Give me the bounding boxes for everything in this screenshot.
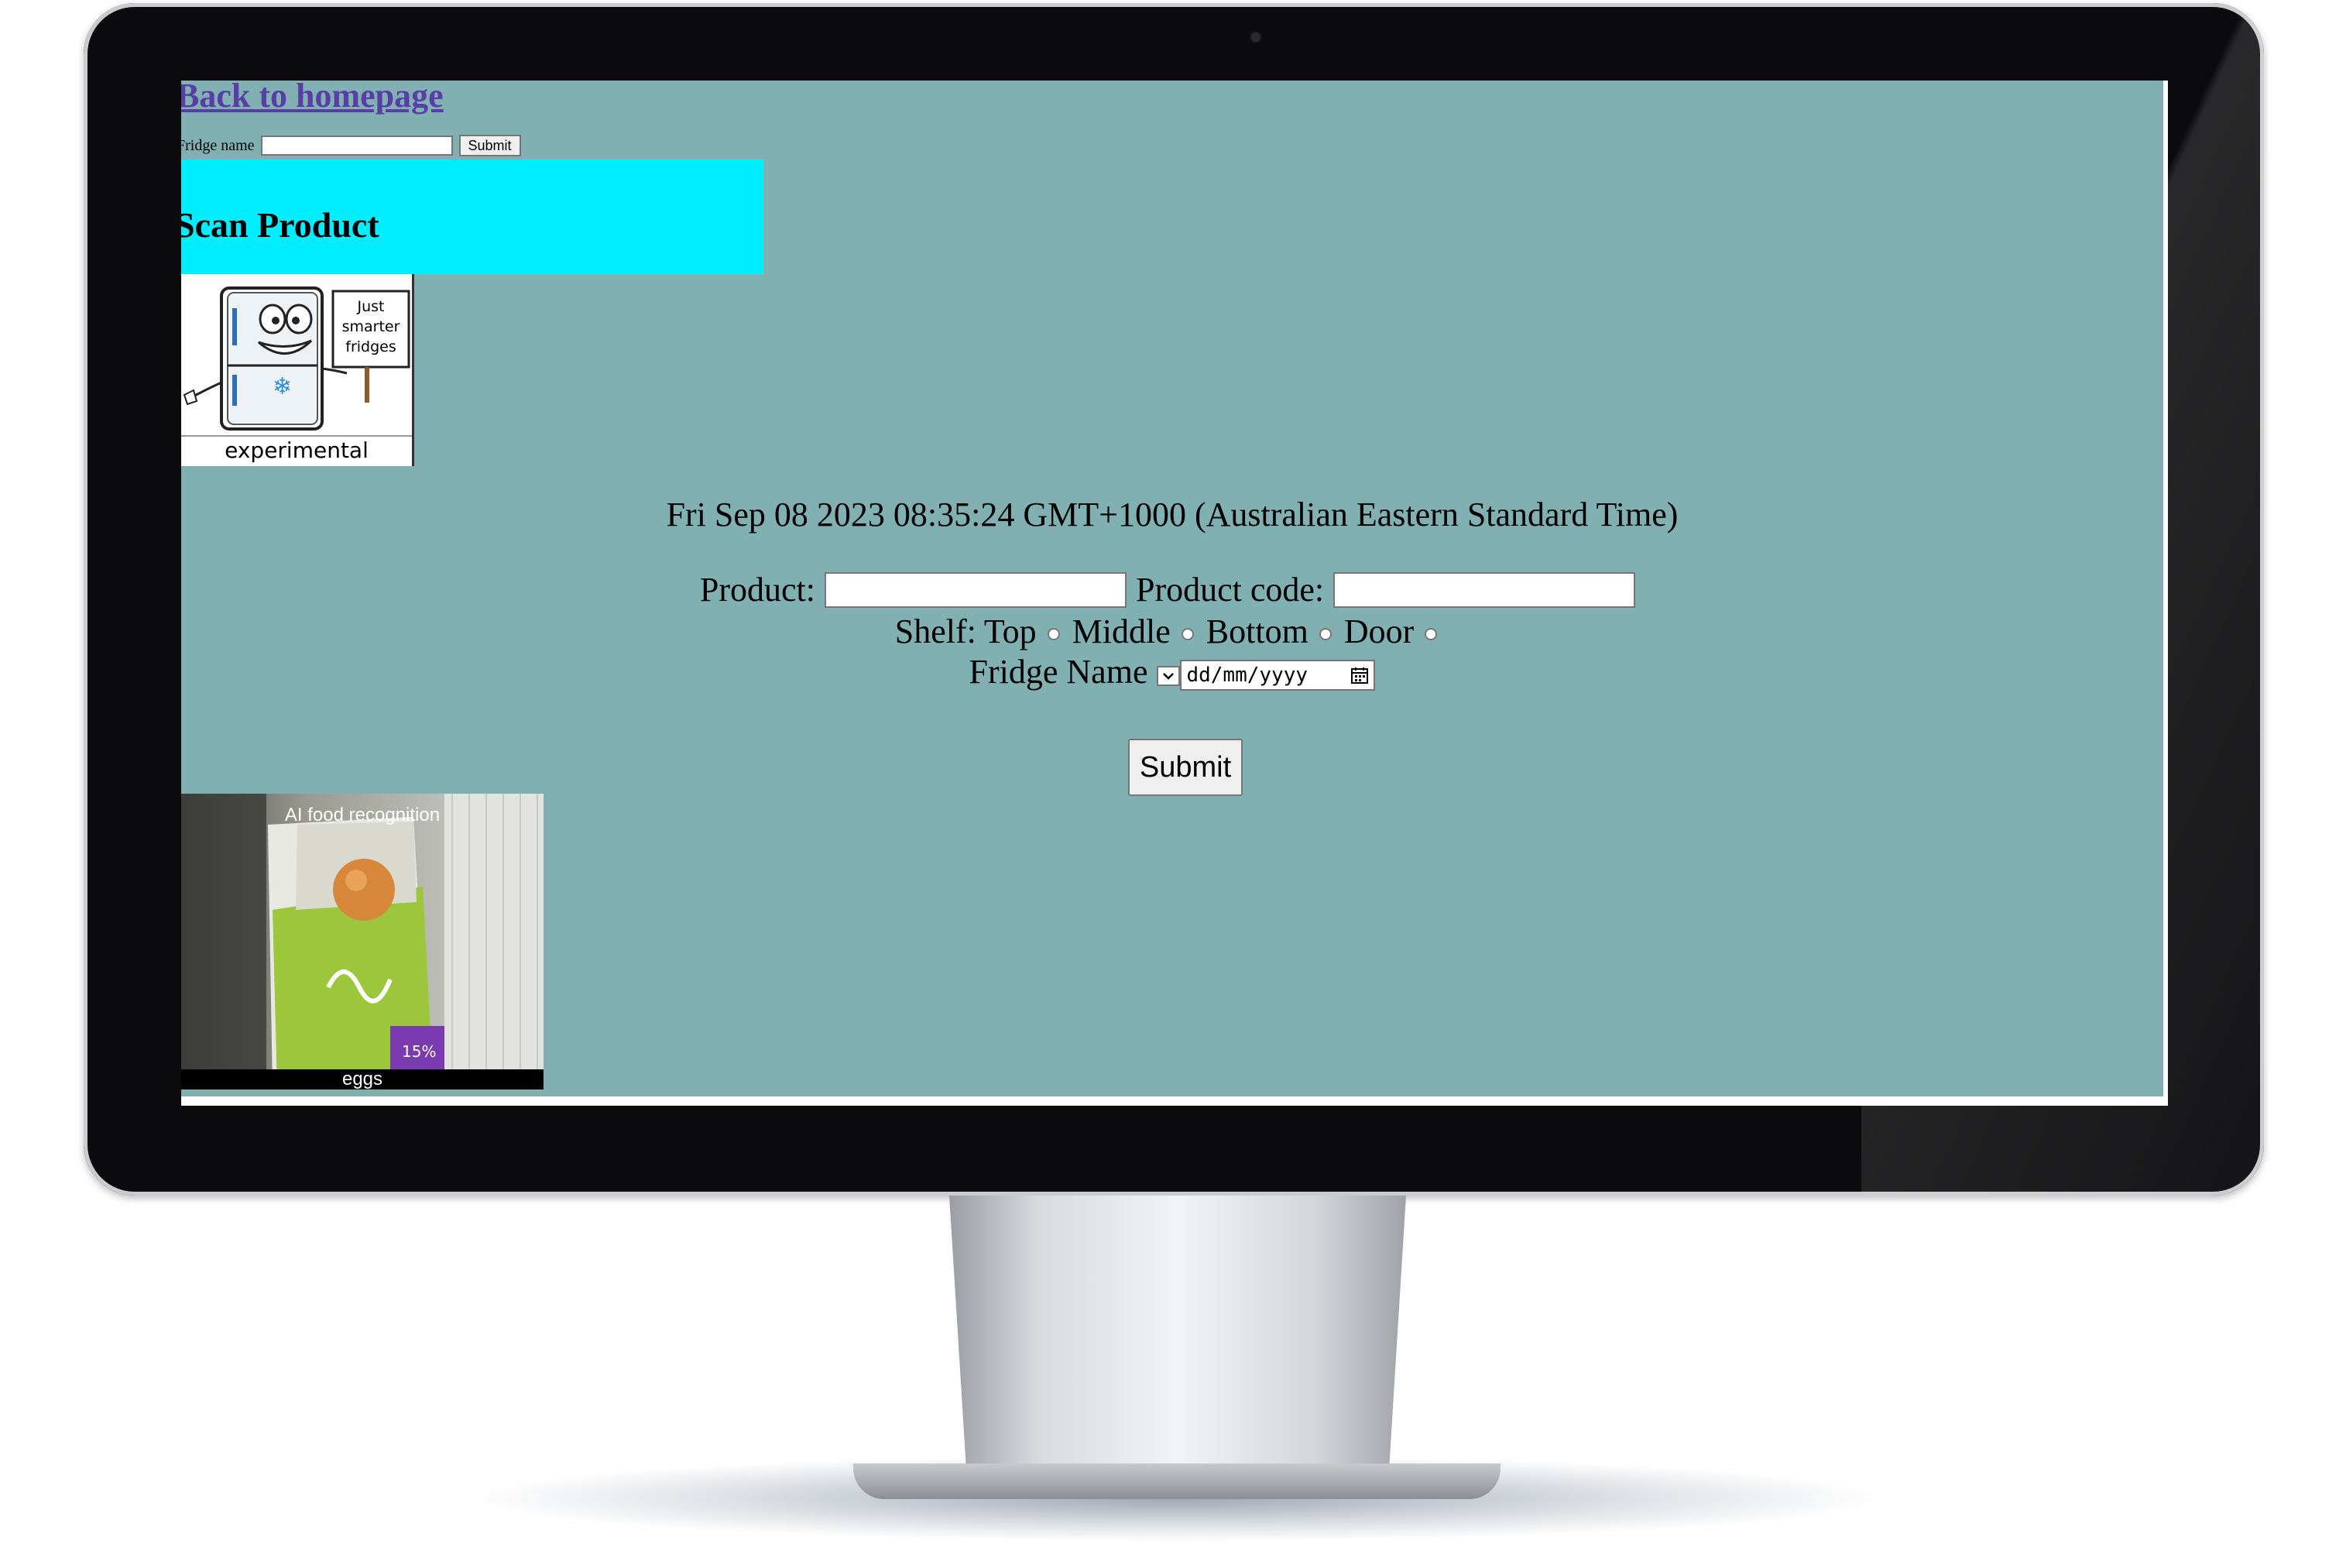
fridge-mascot-icon: ❄ Just smarter fridges — [183, 286, 410, 431]
monitor-stand-base — [853, 1463, 1501, 1499]
shelf-option-top-label: Top — [983, 612, 1037, 650]
fridge-date-row: Fridge Name dd/mm/yyyy — [181, 652, 2163, 691]
scan-product-banner: Scan Product — [181, 160, 763, 274]
back-to-homepage-link[interactable]: Back to homepage — [181, 81, 444, 115]
fridge-name-select[interactable] — [1157, 665, 1181, 686]
food-recognition-camera: 15% AI food recognition eggs — [181, 794, 544, 1089]
shelf-option-middle-label: Middle — [1072, 612, 1171, 650]
monitor-stand — [949, 1196, 1406, 1490]
ai-food-recognition-title: AI food recognition — [284, 805, 441, 825]
screen-bottom-edge — [181, 1096, 2168, 1106]
current-datetime: Fri Sep 08 2023 08:35:24 GMT+1000 (Austr… — [666, 496, 1679, 534]
fridge-name-label: Fridge name — [181, 136, 255, 154]
page-title: Scan Product — [181, 205, 379, 245]
fridge-name-submit-button[interactable]: Submit — [458, 135, 521, 156]
shelf-option-bottom-label: Bottom — [1206, 612, 1308, 650]
shelf-bottom-radio[interactable] — [1319, 627, 1332, 640]
smart-fridge-logo: ❄ Just smarter fridges experimental — [181, 274, 414, 466]
fridge-name-form: Fridge name Submit — [181, 135, 521, 156]
logo-sign-line-2: smarter — [342, 318, 400, 335]
recognition-result-label: eggs — [181, 1069, 544, 1089]
shelf-top-radio[interactable] — [1047, 627, 1060, 640]
svg-text:❄: ❄ — [273, 373, 292, 400]
calendar-icon[interactable] — [1350, 666, 1369, 684]
fridge-name-select-label: Fridge Name — [969, 653, 1148, 691]
submit-button[interactable]: Submit — [1128, 739, 1243, 796]
shelf-option-door-label: Door — [1343, 612, 1415, 650]
browser-viewport: Back to homepage Fridge name Submit Scan… — [181, 81, 2168, 1096]
svg-text:15%: 15% — [402, 1042, 436, 1061]
product-code-input[interactable] — [1333, 571, 1636, 608]
logo-caption: experimental — [181, 435, 412, 466]
webcam-icon — [1251, 33, 1260, 42]
fridge-name-input[interactable] — [260, 136, 453, 156]
shelf-middle-radio[interactable] — [1181, 627, 1194, 640]
camera-feed-image: 15% — [181, 794, 544, 1089]
chevron-down-icon — [1163, 672, 1175, 680]
product-label: Product: — [699, 571, 815, 609]
product-input[interactable] — [824, 571, 1127, 608]
logo-sign-line-3: fridges — [345, 338, 396, 355]
date-input[interactable]: dd/mm/yyyy — [1180, 659, 1376, 691]
shelf-door-radio[interactable] — [1425, 627, 1438, 640]
date-input-placeholder: dd/mm/yyyy — [1186, 663, 1308, 687]
product-row: Product: Product code: — [181, 570, 2163, 609]
shelf-row: Shelf: Top Middle Bottom Door — [181, 612, 2163, 651]
logo-sign-line-1: Just — [357, 298, 385, 315]
product-code-label: Product code: — [1135, 571, 1325, 609]
shelf-label: Shelf: — [894, 612, 976, 650]
